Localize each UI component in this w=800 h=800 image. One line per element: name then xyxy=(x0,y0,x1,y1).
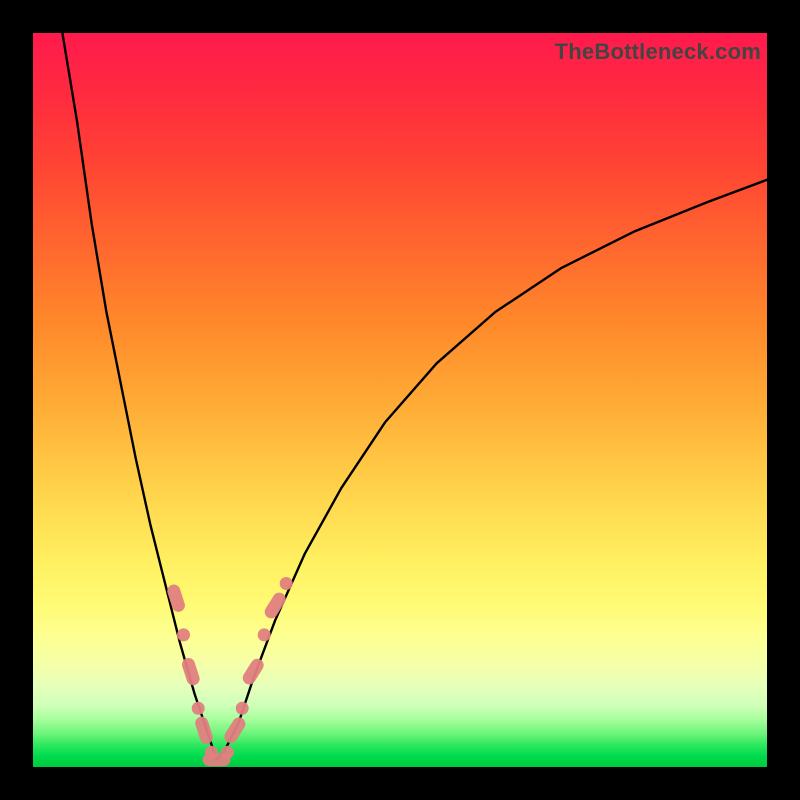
curve-marker-pill xyxy=(240,656,266,687)
curve-marker-dot xyxy=(177,628,190,641)
chart-plot-area: TheBottleneck.com xyxy=(33,33,767,767)
curve-marker-dot xyxy=(258,628,271,641)
chart-outer-frame: TheBottleneck.com xyxy=(0,0,800,800)
curve-marker-pill xyxy=(262,590,288,621)
curve-marker-pill xyxy=(180,656,201,687)
curve-marker-dot xyxy=(221,746,234,759)
curve-marker-pill xyxy=(193,715,214,746)
curve-marker-pill xyxy=(222,715,248,746)
marker-group xyxy=(166,577,293,766)
main-curve xyxy=(62,33,767,760)
chart-svg xyxy=(33,33,767,767)
curve-marker-dot xyxy=(236,702,249,715)
curve-marker-dot xyxy=(192,702,205,715)
curve-marker-dot xyxy=(280,577,293,590)
